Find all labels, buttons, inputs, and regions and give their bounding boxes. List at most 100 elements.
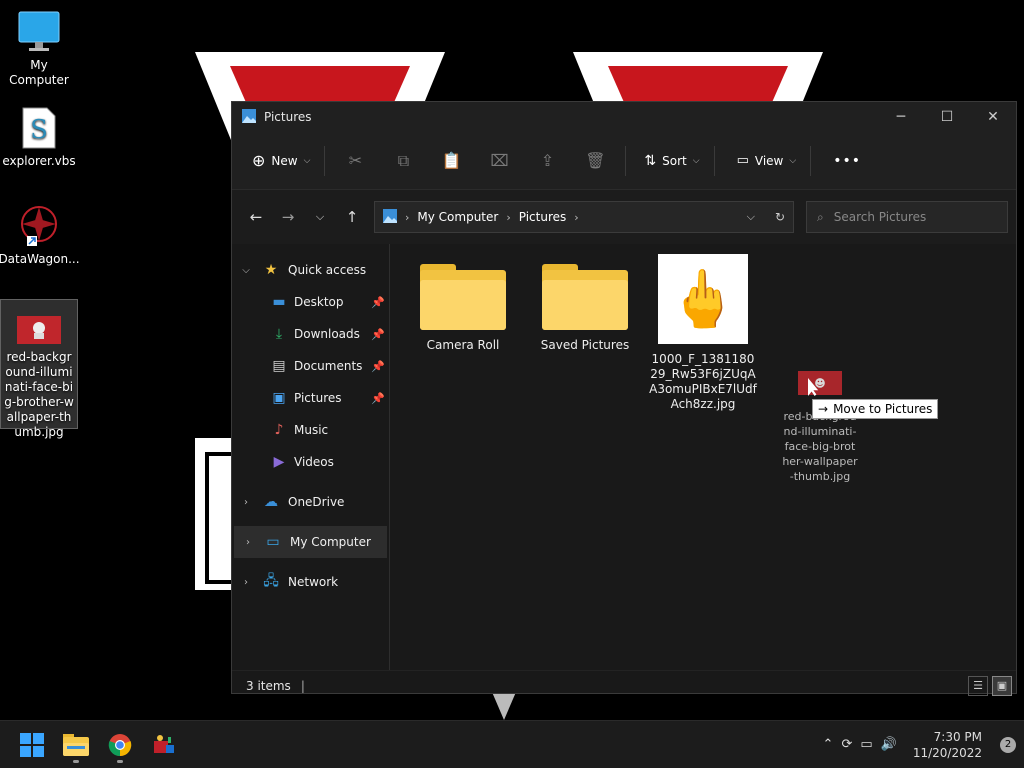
pin-icon: 📌	[371, 391, 385, 405]
hand-gesture-thumbnail-icon: 🖕	[658, 254, 748, 344]
sort-button[interactable]: ⇅ Sort ⌵	[636, 147, 707, 175]
monitor-icon	[17, 10, 61, 54]
chevron-down-icon: ⌵	[303, 155, 311, 166]
refresh-icon[interactable]: ↻	[775, 210, 785, 224]
sidebar-label: Music	[294, 423, 329, 437]
windows-logo-icon	[20, 732, 44, 757]
more-options-button[interactable]: •••	[825, 147, 869, 175]
folder-icon	[63, 733, 89, 756]
sidebar-label: Quick access	[288, 263, 367, 277]
folder-icon	[542, 264, 628, 330]
document-icon: ▤	[272, 358, 286, 374]
image-file-icon: ☻	[798, 371, 842, 395]
breadcrumb-my-computer[interactable]: My Computer	[417, 210, 498, 224]
rename-icon[interactable]: ⌧	[475, 151, 523, 170]
svg-text:S: S	[30, 115, 48, 145]
view-icon: ▭	[736, 153, 749, 168]
expand-chevron-icon[interactable]: ⌵	[232, 265, 260, 276]
view-button[interactable]: ▭ View ⌵	[729, 147, 805, 174]
desktop-icon-datawagon[interactable]: DataWagon...	[0, 204, 80, 267]
sidebar-item-downloads[interactable]: ⤓ Downloads 📌	[232, 318, 389, 350]
toolbar-separator	[324, 145, 326, 176]
up-arrow-icon[interactable]: ↑	[336, 208, 368, 226]
expand-chevron-icon[interactable]: ›	[234, 537, 262, 548]
pin-icon: 📌	[371, 327, 385, 341]
shortcut-icon	[17, 204, 61, 248]
sidebar-item-quick-access[interactable]: ⌵ ★ Quick access	[232, 254, 389, 286]
copy-icon[interactable]: ⧉	[379, 151, 427, 171]
drop-tooltip-text: Move to Pictures	[833, 402, 933, 416]
forward-arrow-icon[interactable]: →	[272, 208, 304, 226]
folder-item[interactable]: Saved Pictures	[532, 254, 638, 353]
clock-date: 11/20/2022	[912, 745, 982, 760]
new-label: New	[271, 153, 298, 168]
search-box[interactable]: ⌕ Search Pictures	[806, 201, 1008, 233]
volume-icon[interactable]: 🔊	[881, 737, 897, 752]
desktop-icon-wallpaper-jpg[interactable]: red-background-illuminati-face-big-broth…	[0, 299, 78, 439]
expand-chevron-icon[interactable]: ›	[232, 497, 260, 508]
search-placeholder: Search Pictures	[833, 210, 927, 224]
large-icons-view-icon[interactable]: ▣	[992, 675, 1012, 696]
sidebar-label: Pictures	[294, 391, 342, 405]
view-label: View	[754, 153, 784, 168]
maximize-button[interactable]: ☐	[924, 102, 970, 132]
sort-icon: ⇅	[644, 152, 657, 169]
window-title: Pictures	[264, 110, 312, 124]
script-file-icon: S	[17, 106, 61, 150]
chevron-down-icon: ⌵	[789, 155, 797, 166]
sidebar-item-onedrive[interactable]: › ☁ OneDrive	[232, 486, 389, 518]
running-indicator	[73, 759, 79, 763]
desktop-icon-my-computer[interactable]: My Computer	[0, 10, 78, 88]
address-bar[interactable]: › My Computer › Pictures › ⌵ ↻	[374, 201, 794, 233]
folder-icon	[420, 264, 506, 330]
share-icon[interactable]: ⇪	[523, 151, 571, 170]
desktop-icon-label: My Computer	[9, 58, 69, 87]
sidebar-item-desktop[interactable]: ▬ Desktop 📌	[232, 286, 389, 318]
new-button[interactable]: ⊕ New ⌵	[244, 145, 318, 176]
cloud-icon: ☁	[264, 494, 278, 510]
desktop-icon-label: red-background-illuminati-face-big-broth…	[4, 350, 74, 439]
sidebar-item-network[interactable]: › 🖧 Network	[232, 566, 389, 598]
sidebar-item-music[interactable]: ♪ Music	[232, 414, 389, 446]
close-button[interactable]: ✕	[970, 102, 1016, 132]
taskbar-chrome[interactable]	[98, 725, 142, 765]
image-file-icon	[17, 316, 61, 346]
sidebar-item-documents[interactable]: ▤ Documents 📌	[232, 350, 389, 382]
toolbar-separator	[810, 145, 812, 176]
expand-chevron-icon[interactable]: ›	[232, 577, 260, 588]
music-icon: ♪	[274, 422, 284, 438]
navigation-bar: ← → ⌵ ↑ › My Computer › Pictures › ⌵ ↻ ⌕…	[232, 190, 1016, 244]
file-explorer-window: Pictures ─ ☐ ✕ ⊕ New ⌵ ✂ ⧉ 📋 ⌧ ⇪ 🗑 ⇅ Sor…	[231, 101, 1017, 696]
breadcrumb-pictures[interactable]: Pictures	[519, 210, 567, 224]
desktop-icon-explorer-vbs[interactable]: S explorer.vbs	[0, 106, 78, 169]
delete-icon[interactable]: 🗑	[571, 151, 619, 170]
folder-item[interactable]: Camera Roll	[410, 254, 516, 353]
desktop-icon-label: explorer.vbs	[2, 154, 76, 168]
system-tray: ⌃ ⟳ ▭ 🔊 7:30 PM 11/20/2022 2	[823, 729, 1024, 761]
chevron-up-icon[interactable]: ⌃	[823, 737, 834, 752]
image-file-item[interactable]: 🖕 1000_F_138118029_Rw53F6jZUqAA3omuPIBxE…	[648, 254, 758, 412]
breadcrumb-chevron-icon: ›	[574, 210, 579, 224]
sidebar-item-my-computer[interactable]: › ▭ My Computer	[234, 526, 387, 558]
back-arrow-icon[interactable]: ←	[240, 208, 272, 226]
recent-chevron-icon[interactable]: ⌵	[304, 210, 336, 224]
sidebar-item-videos[interactable]: ▶ Videos	[232, 446, 389, 478]
clock[interactable]: 7:30 PM 11/20/2022	[913, 729, 982, 761]
sync-icon[interactable]: ⟳	[841, 737, 852, 752]
toolbar-separator	[625, 145, 627, 176]
arrow-right-icon: →	[818, 402, 829, 416]
paste-icon[interactable]: 📋	[427, 151, 475, 170]
details-view-icon[interactable]: ☰	[968, 675, 988, 696]
pictures-icon	[383, 208, 397, 226]
minimize-button[interactable]: ─	[878, 102, 924, 132]
taskbar-file-explorer[interactable]	[54, 725, 98, 765]
title-bar[interactable]: Pictures ─ ☐ ✕	[232, 102, 1016, 132]
sidebar-item-pictures[interactable]: ▣ Pictures 📌	[232, 382, 389, 414]
taskbar-app[interactable]	[142, 725, 186, 765]
notification-badge[interactable]: 2	[1000, 736, 1016, 753]
start-button[interactable]	[10, 725, 54, 765]
network-icon[interactable]: ▭	[860, 737, 872, 752]
pin-icon: 📌	[371, 359, 385, 373]
address-dropdown-icon[interactable]: ⌵	[747, 210, 755, 224]
cut-icon[interactable]: ✂	[331, 151, 379, 170]
